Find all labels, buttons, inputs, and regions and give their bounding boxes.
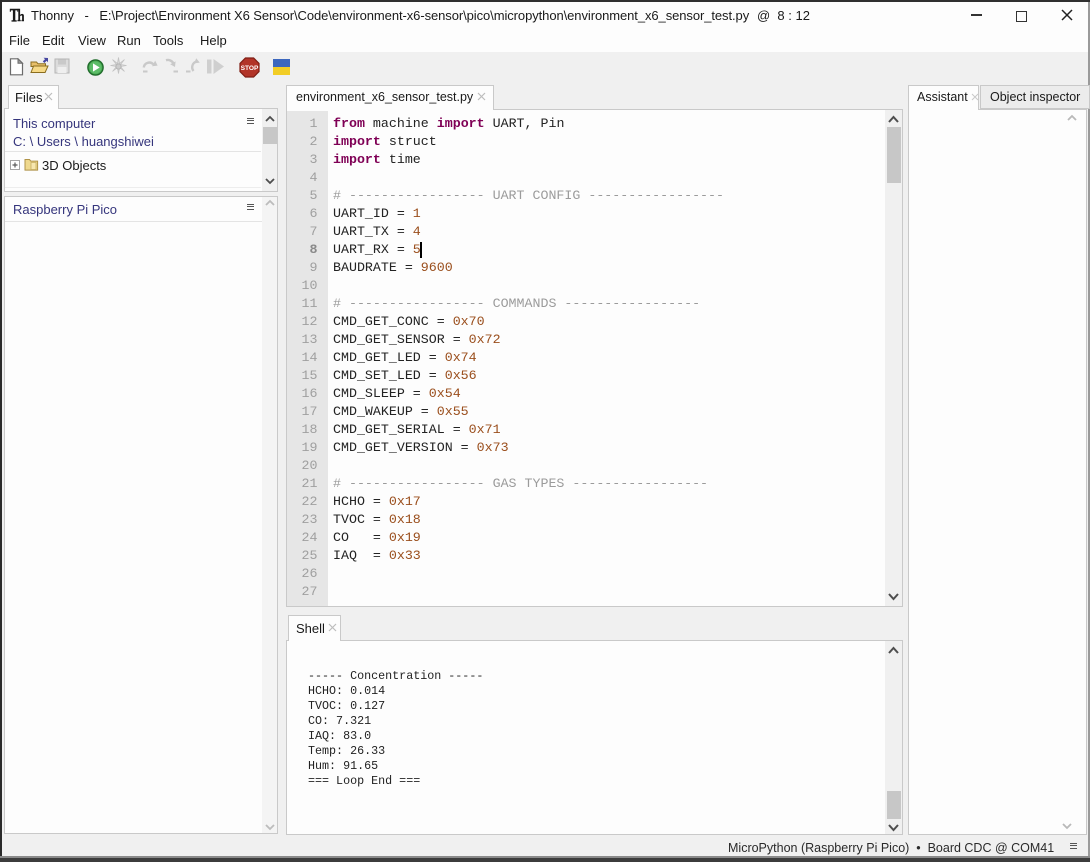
svg-text:STOP: STOP xyxy=(241,65,259,72)
